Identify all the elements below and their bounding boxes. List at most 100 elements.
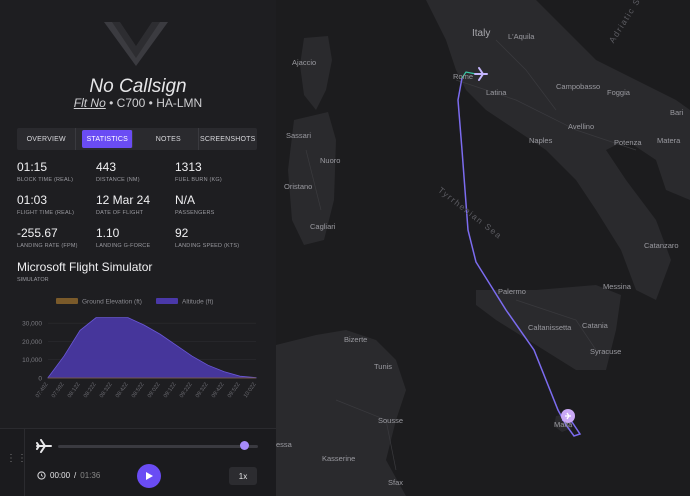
flight-info-line: Flt No • C700 • HA-LMN bbox=[0, 96, 276, 110]
stat-value: -255.67 bbox=[17, 226, 58, 240]
map-label-city: Oristano bbox=[284, 182, 313, 191]
stat-block-time: 01:15 BLOCK TIME (REAL) bbox=[17, 160, 97, 183]
x-tick-label: 10:02Z bbox=[243, 381, 258, 399]
map-label-city: Matera bbox=[657, 136, 681, 145]
stat-label: PASSENGERS bbox=[175, 210, 215, 216]
map-label-city: Campobasso bbox=[556, 82, 601, 91]
map-label-city: Malta bbox=[554, 420, 573, 429]
map-label-city: Bizerte bbox=[344, 335, 368, 344]
y-tick-label: 20,000 bbox=[22, 339, 42, 346]
map-label-city: Latina bbox=[486, 88, 507, 97]
map-label-country: Italy bbox=[472, 28, 491, 39]
stat-value: 01:03 bbox=[17, 193, 48, 207]
play-button[interactable] bbox=[137, 464, 161, 488]
stat-label: FUEL BURN (KG) bbox=[175, 177, 222, 183]
tab-overview[interactable]: OVERVIEW bbox=[17, 128, 77, 150]
stat-value: 92 bbox=[175, 226, 189, 240]
tab-statistics[interactable]: STATISTICS bbox=[82, 130, 134, 148]
stat-value: 01:15 bbox=[17, 160, 48, 174]
map-label-city: Sousse bbox=[378, 416, 404, 425]
stat-value: N/A bbox=[175, 193, 196, 207]
app-root: No Callsign Flt No • C700 • HA-LMN OVERV… bbox=[0, 0, 690, 496]
tab-notes[interactable]: NOTES bbox=[139, 128, 199, 150]
map-label-city: essa bbox=[276, 440, 292, 449]
x-tick-label: 08:22Z bbox=[83, 381, 98, 399]
x-tick-label: 08:12Z bbox=[67, 381, 82, 399]
callsign-title: No Callsign bbox=[89, 76, 187, 97]
stat-flight-time: 01:03 FLIGHT TIME (REAL) bbox=[17, 193, 97, 216]
map-label-city: Foggia bbox=[607, 88, 630, 97]
map-label-city: Messina bbox=[603, 282, 631, 291]
drag-handle-icon[interactable]: ⋮⋮ bbox=[6, 454, 27, 470]
stat-simulator: Microsoft Flight Simulator SIMULATOR bbox=[17, 260, 152, 283]
stat-label: LANDING SPEED (KTS) bbox=[175, 243, 240, 249]
x-tick-label: 09:12Z bbox=[163, 381, 178, 399]
map-label-city: Sassari bbox=[286, 131, 312, 140]
y-tick-label: 10,000 bbox=[22, 357, 42, 364]
altitude-chart-svg: Ground Elevation (ft) Altitude (ft) 30,000… bbox=[22, 298, 258, 399]
map-label-city: Tunis bbox=[374, 362, 393, 371]
aircraft-line: • C700 • HA-LMN bbox=[109, 96, 203, 110]
legend-label-ground: Ground Elevation (ft) bbox=[82, 299, 142, 306]
map-label-city: Kasserine bbox=[322, 454, 356, 463]
stat-label: LANDING G-FORCE bbox=[96, 243, 151, 249]
italy-landmass bbox=[426, 0, 690, 300]
stat-label: LANDING RATE (FPM) bbox=[17, 243, 78, 249]
x-tick-label: 09:22Z bbox=[179, 381, 194, 399]
map-label-city: Cagliari bbox=[310, 222, 336, 231]
y-tick-label: 0 bbox=[38, 376, 42, 383]
map-label-city: Catanzaro bbox=[644, 241, 679, 250]
map-svg bbox=[276, 0, 690, 496]
route-map[interactable]: Italy Adriatic Sea Tyrrhenian Sea L'Aqui… bbox=[276, 0, 690, 496]
x-tick-label: 09:42Z bbox=[211, 381, 226, 399]
stat-value: 1.10 bbox=[96, 226, 120, 240]
stat-label: DATE OF FLIGHT bbox=[96, 210, 144, 216]
x-tick-label: 07:59Z bbox=[51, 381, 66, 399]
stat-value: 12 Mar 24 bbox=[96, 193, 151, 207]
map-label-city: L'Aquila bbox=[508, 32, 535, 41]
time-readout: 00:00 / 01:36 bbox=[37, 471, 100, 480]
stat-landing-rate: -255.67 LANDING RATE (FPM) bbox=[17, 226, 97, 249]
simulator-label: SIMULATOR bbox=[17, 277, 49, 283]
x-tick-label: 08:42Z bbox=[115, 381, 130, 399]
x-tick-label: 08:52Z bbox=[131, 381, 146, 399]
altitude-chart: Ground Elevation (ft) Altitude (ft) 30,000… bbox=[0, 294, 276, 424]
stat-landing-gforce: 1.10 LANDING G-FORCE bbox=[96, 226, 176, 249]
tab-bar: OVERVIEW STATISTICS NOTES SCREENSHOTS bbox=[17, 128, 257, 150]
map-label-city: Palermo bbox=[498, 287, 526, 296]
progress-knob[interactable] bbox=[239, 441, 249, 450]
legend-swatch-altitude bbox=[156, 298, 178, 304]
stat-fuel-burn: 1313 FUEL BURN (KG) bbox=[175, 160, 255, 183]
map-label-city: Bari bbox=[670, 108, 684, 117]
africa-landmass bbox=[276, 330, 406, 496]
total-time: 01:36 bbox=[80, 471, 101, 480]
stat-label: BLOCK TIME (REAL) bbox=[17, 177, 74, 183]
stat-value: 1313 bbox=[175, 160, 202, 174]
replay-player: ⋮⋮ 00:00 / 01:36 1x bbox=[0, 428, 276, 496]
play-icon bbox=[146, 472, 153, 480]
speed-button[interactable]: 1x bbox=[229, 467, 257, 485]
stat-label: DISTANCE (NM) bbox=[96, 177, 140, 183]
progress-track[interactable] bbox=[58, 445, 258, 448]
x-tick-label: 09:32Z bbox=[195, 381, 210, 399]
stat-passengers: N/A PASSENGERS bbox=[175, 193, 255, 216]
history-icon bbox=[37, 471, 46, 480]
legend-label-altitude: Altitude (ft) bbox=[182, 299, 213, 306]
x-tick-label: 08:32Z bbox=[99, 381, 114, 399]
player-divider bbox=[24, 429, 25, 496]
map-label-city: Potenza bbox=[614, 138, 642, 147]
tab-screenshots[interactable]: SCREENSHOTS bbox=[199, 128, 257, 150]
flt-no-link[interactable]: Flt No bbox=[74, 96, 106, 110]
brand-logo bbox=[104, 22, 168, 66]
series-altitude-area bbox=[47, 317, 257, 379]
map-label-city: Catania bbox=[582, 321, 608, 330]
stat-landing-speed: 92 LANDING SPEED (KTS) bbox=[175, 226, 255, 249]
map-label-city: Caltanissetta bbox=[528, 323, 572, 332]
map-label-city: Naples bbox=[529, 136, 553, 145]
stat-value: 443 bbox=[96, 160, 117, 174]
x-tick-label: 09:52Z bbox=[227, 381, 242, 399]
map-label-city: Sfax bbox=[388, 478, 404, 487]
stat-distance: 443 DISTANCE (NM) bbox=[96, 160, 176, 183]
map-label-city: Rome bbox=[453, 72, 474, 81]
stat-label: FLIGHT TIME (REAL) bbox=[17, 210, 75, 216]
